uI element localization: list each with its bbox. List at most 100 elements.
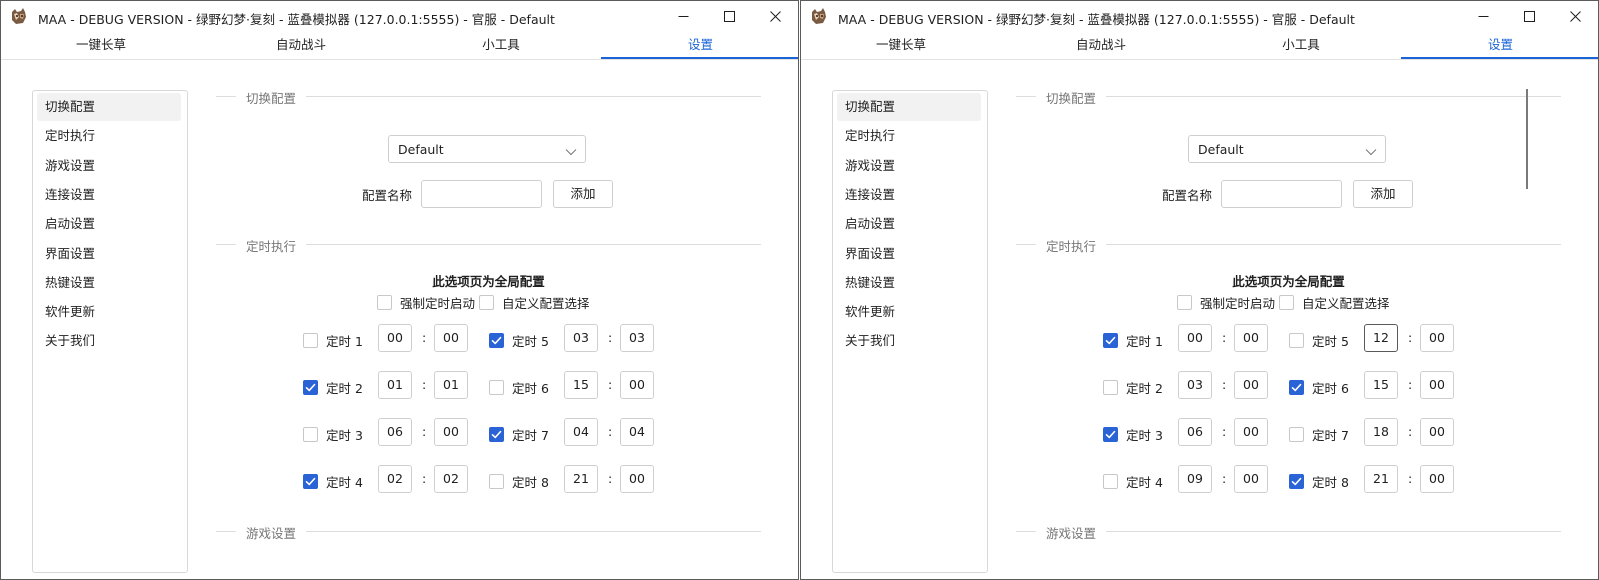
tab-2[interactable]: 小工具 (1201, 31, 1401, 58)
timer-minute-input[interactable]: 00 (1234, 465, 1268, 493)
timer-hour-input[interactable]: 21 (1364, 465, 1398, 493)
timer-hour-input[interactable]: 12 (1364, 324, 1398, 352)
timer-checkbox[interactable] (489, 333, 504, 348)
timer-minute-input[interactable]: 00 (620, 371, 654, 399)
sidebar-item[interactable]: 界面设置 (37, 240, 181, 268)
sidebar-item[interactable]: 热键设置 (37, 269, 181, 297)
config-name-input[interactable] (1221, 180, 1342, 208)
timer-minute-input[interactable]: 00 (1234, 371, 1268, 399)
timer-toggle[interactable]: 定时 7 (489, 425, 549, 444)
sidebar-item[interactable]: 启动设置 (37, 210, 181, 238)
scrollbar-thumb[interactable] (1526, 89, 1528, 189)
timer-minute-input[interactable]: 00 (1234, 418, 1268, 446)
sidebar-item[interactable]: 界面设置 (837, 240, 981, 268)
timer-checkbox[interactable] (1289, 333, 1304, 348)
timer-toggle[interactable]: 定时 4 (303, 472, 363, 491)
timer-toggle[interactable]: 定时 5 (489, 331, 549, 350)
timer-hour-input[interactable]: 04 (564, 418, 598, 446)
close-button[interactable] (1552, 1, 1598, 31)
title-bar[interactable]: MAA - DEBUG VERSION - 绿野幻梦·复刻 - 蓝叠模拟器 (1… (801, 1, 1598, 31)
sidebar-item[interactable]: 切换配置 (837, 93, 981, 121)
timer-hour-input[interactable]: 15 (564, 371, 598, 399)
force-start-checkbox[interactable] (1177, 295, 1192, 310)
close-button[interactable] (752, 1, 798, 31)
timer-toggle[interactable]: 定时 6 (489, 378, 549, 397)
custom-config-option[interactable]: 自定义配置选择 (1279, 293, 1390, 312)
timer-checkbox[interactable] (303, 380, 318, 395)
timer-checkbox[interactable] (303, 427, 318, 442)
timer-hour-input[interactable]: 06 (378, 418, 412, 446)
timer-hour-input[interactable]: 01 (378, 371, 412, 399)
timer-toggle[interactable]: 定时 4 (1103, 472, 1163, 491)
sidebar-item[interactable]: 软件更新 (37, 298, 181, 326)
tab-2[interactable]: 小工具 (401, 31, 601, 58)
sidebar-item[interactable]: 定时执行 (37, 122, 181, 150)
config-name-input[interactable] (421, 180, 542, 208)
timer-checkbox[interactable] (1289, 427, 1304, 442)
force-start-option[interactable]: 强制定时启动 (377, 293, 475, 312)
timer-minute-input[interactable]: 00 (1420, 324, 1454, 352)
timer-minute-input[interactable]: 02 (434, 465, 468, 493)
timer-minute-input[interactable]: 00 (434, 324, 468, 352)
sidebar-item[interactable]: 关于我们 (37, 327, 181, 355)
timer-minute-input[interactable]: 00 (1420, 371, 1454, 399)
tab-3[interactable]: 设置 (1401, 31, 1598, 59)
timer-checkbox[interactable] (303, 474, 318, 489)
timer-checkbox[interactable] (303, 333, 318, 348)
timer-minute-input[interactable]: 03 (620, 324, 654, 352)
add-config-button[interactable]: 添加 (1353, 180, 1413, 208)
minimize-button[interactable] (660, 1, 706, 31)
sidebar-item[interactable]: 定时执行 (837, 122, 981, 150)
force-start-option[interactable]: 强制定时启动 (1177, 293, 1275, 312)
timer-hour-input[interactable]: 06 (1178, 418, 1212, 446)
timer-checkbox[interactable] (1103, 333, 1118, 348)
force-start-checkbox[interactable] (377, 295, 392, 310)
custom-config-checkbox[interactable] (1279, 295, 1294, 310)
timer-checkbox[interactable] (1103, 474, 1118, 489)
sidebar-item[interactable]: 热键设置 (837, 269, 981, 297)
config-dropdown[interactable]: Default (1188, 135, 1386, 163)
timer-toggle[interactable]: 定时 2 (1103, 378, 1163, 397)
timer-hour-input[interactable]: 02 (378, 465, 412, 493)
sidebar-item[interactable]: 游戏设置 (37, 152, 181, 180)
sidebar-item[interactable]: 软件更新 (837, 298, 981, 326)
timer-minute-input[interactable]: 01 (434, 371, 468, 399)
custom-config-checkbox[interactable] (479, 295, 494, 310)
timer-hour-input[interactable]: 15 (1364, 371, 1398, 399)
tab-1[interactable]: 自动战斗 (1001, 31, 1201, 58)
timer-checkbox[interactable] (1289, 474, 1304, 489)
timer-hour-input[interactable]: 18 (1364, 418, 1398, 446)
timer-minute-input[interactable]: 00 (1420, 465, 1454, 493)
timer-hour-input[interactable]: 03 (1178, 371, 1212, 399)
tab-0[interactable]: 一键长草 (801, 31, 1001, 58)
timer-minute-input[interactable]: 00 (1234, 324, 1268, 352)
timer-checkbox[interactable] (1103, 427, 1118, 442)
sidebar-item[interactable]: 切换配置 (37, 93, 181, 121)
timer-minute-input[interactable]: 00 (620, 465, 654, 493)
config-dropdown[interactable]: Default (388, 135, 586, 163)
timer-hour-input[interactable]: 03 (564, 324, 598, 352)
timer-minute-input[interactable]: 00 (1420, 418, 1454, 446)
sidebar-item[interactable]: 游戏设置 (837, 152, 981, 180)
timer-checkbox[interactable] (1289, 380, 1304, 395)
sidebar-item[interactable]: 连接设置 (37, 181, 181, 209)
timer-toggle[interactable]: 定时 7 (1289, 425, 1349, 444)
sidebar-item[interactable]: 启动设置 (837, 210, 981, 238)
tab-3[interactable]: 设置 (601, 31, 798, 59)
timer-checkbox[interactable] (489, 380, 504, 395)
timer-checkbox[interactable] (489, 427, 504, 442)
sidebar-item[interactable]: 关于我们 (837, 327, 981, 355)
timer-toggle[interactable]: 定时 1 (1103, 331, 1163, 350)
timer-toggle[interactable]: 定时 3 (303, 425, 363, 444)
timer-toggle[interactable]: 定时 6 (1289, 378, 1349, 397)
timer-minute-input[interactable]: 00 (434, 418, 468, 446)
add-config-button[interactable]: 添加 (553, 180, 613, 208)
timer-toggle[interactable]: 定时 8 (1289, 472, 1349, 491)
timer-hour-input[interactable]: 00 (1178, 324, 1212, 352)
timer-toggle[interactable]: 定时 2 (303, 378, 363, 397)
tab-0[interactable]: 一键长草 (1, 31, 201, 58)
minimize-button[interactable] (1460, 1, 1506, 31)
title-bar[interactable]: MAA - DEBUG VERSION - 绿野幻梦·复刻 - 蓝叠模拟器 (1… (1, 1, 798, 31)
tab-1[interactable]: 自动战斗 (201, 31, 401, 58)
timer-toggle[interactable]: 定时 8 (489, 472, 549, 491)
